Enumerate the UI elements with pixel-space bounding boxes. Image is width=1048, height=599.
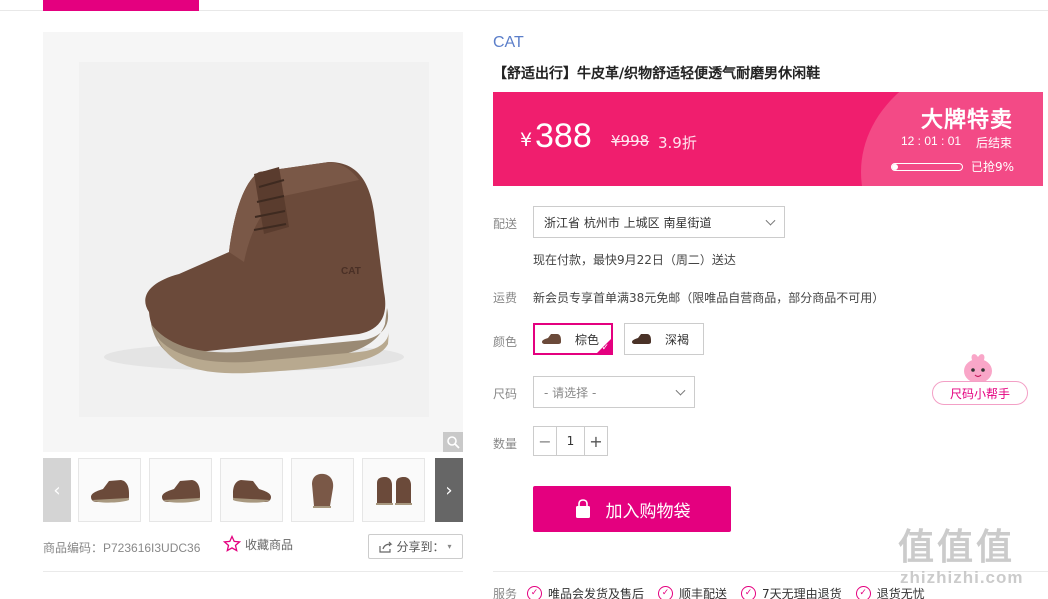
mascot-icon (964, 354, 992, 383)
quantity-label: 数量 (493, 437, 518, 451)
promo-title: 大牌特卖 (920, 108, 1013, 133)
currency-symbol: ¥ (520, 129, 533, 151)
thumbnail-2[interactable] (149, 458, 212, 522)
shoe-thumb-icon (90, 480, 129, 503)
delivery-eta: 现在付款，最快9月22日（周二）送达 (533, 253, 736, 267)
chevron-down-icon (765, 215, 776, 226)
share-label: 分享到： (396, 540, 445, 554)
brand-link[interactable]: CAT (493, 34, 524, 52)
size-select[interactable]: - 请选择 - (533, 376, 695, 408)
original-price: ¥998 (611, 132, 650, 150)
shoe-thumb-icon (232, 480, 271, 503)
shopping-bag-icon (575, 499, 590, 518)
star-icon (223, 535, 241, 552)
watermark-domain: zhizhizhi.com (900, 568, 1024, 587)
shipping-label: 运费 (493, 291, 518, 305)
discount-rate: 3.9折 (658, 134, 697, 152)
sold-progress-fill (892, 164, 899, 170)
current-price: 388 (535, 117, 592, 155)
thumb-prev-button[interactable]: ‹ (43, 458, 71, 522)
thumbnail-strip: ‹ › (43, 458, 463, 522)
active-nav-tab[interactable] (43, 0, 199, 11)
check-circle-icon: ✓ (527, 585, 543, 599)
product-title: 【舒适出行】牛皮革/织物舒适轻便透气耐磨男休闲鞋 (493, 66, 821, 82)
shipping-text: 新会员专享首单满38元免邮（限唯品自营商品，部分商品不可用） (533, 291, 885, 305)
chevron-down-icon (675, 385, 686, 396)
shoe-thumb-icon (375, 477, 412, 505)
sold-progress-bar (891, 163, 963, 171)
check-icon: ✓ (601, 343, 609, 353)
thumbnail-4[interactable] (291, 458, 354, 522)
check-circle-icon: ✓ (855, 585, 871, 599)
shoe-swatch-icon (632, 334, 651, 344)
shoe-swatch-icon (542, 334, 561, 344)
service-item-label: 顺丰配送 (679, 586, 728, 599)
share-icon (379, 541, 393, 553)
caret-down-icon: ▾ (447, 542, 452, 551)
svg-text:CAT: CAT (341, 266, 361, 277)
service-list: 服务 ✓ 唯品会发货及售后 ✓ 顺丰配送 ✓ 7天无理由退货 ✓ 退货无忧 (493, 584, 939, 599)
delivery-label: 配送 (493, 217, 518, 231)
product-photo: CAT (79, 62, 429, 417)
sold-percentage: 已抢9% (971, 160, 1015, 174)
zoom-icon[interactable] (443, 432, 463, 452)
watermark-logo: 值值值 (898, 527, 1016, 568)
gallery-divider (43, 571, 463, 572)
share-dropdown[interactable]: 分享到： ▾ (368, 534, 463, 559)
gallery-meta-row: 商品编码：P723616I3UDC36 收藏商品 分享到： ▾ (43, 534, 463, 560)
top-nav-bar (0, 0, 1048, 11)
check-circle-icon: ✓ (658, 585, 674, 599)
address-select[interactable]: 浙江省 杭州市 上城区 南星街道 (533, 206, 785, 238)
chevron-right-icon: › (445, 479, 453, 501)
color-option-dark-brown[interactable]: 深褐 (624, 323, 704, 355)
size-helper-label: 尺码小帮手 (932, 381, 1028, 405)
add-to-cart-button[interactable]: 加入购物袋 (533, 486, 731, 532)
sku-code: 商品编码：P723616I3UDC36 (43, 541, 201, 555)
quantity-decrease-button[interactable]: − (534, 427, 556, 455)
thumbnail-5[interactable] (362, 458, 425, 522)
check-circle-icon: ✓ (741, 585, 757, 599)
size-placeholder: - 请选择 - (544, 385, 597, 400)
quantity-stepper: − 1 + (533, 426, 608, 456)
shoe-thumb-icon (161, 480, 200, 503)
service-item-label: 7天无理由退货 (762, 586, 842, 599)
thumb-next-button[interactable]: › (435, 458, 463, 522)
address-value: 浙江省 杭州市 上城区 南星街道 (544, 215, 712, 230)
price-banner: ¥ 388 ¥998 3.9折 大牌特卖 12 : 01 : 01 后结束 已抢… (493, 92, 1043, 186)
countdown-suffix: 后结束 (976, 136, 1013, 150)
thumbnail-3[interactable] (220, 458, 283, 522)
countdown-timer: 12 : 01 : 01 (901, 134, 962, 148)
size-helper[interactable]: 尺码小帮手 (932, 351, 1028, 407)
add-to-cart-label: 加入购物袋 (605, 501, 691, 522)
shoe-thumb-icon (311, 473, 333, 508)
shoe-illustration: CAT (104, 162, 404, 374)
quantity-input[interactable]: 1 (556, 427, 585, 455)
site-watermark: 值值值 zhizhizhi.com (898, 518, 1048, 598)
size-label: 尺码 (493, 387, 518, 401)
chevron-left-icon: ‹ (53, 479, 61, 501)
service-item-label: 唯品会发货及售后 (548, 586, 645, 599)
thumbnail-1[interactable] (78, 458, 141, 522)
service-item: ✓ 唯品会发货及售后 (527, 585, 644, 599)
favorite-label: 收藏商品 (245, 537, 294, 552)
color-option-label: 深褐 (665, 332, 690, 347)
color-label: 颜色 (493, 335, 518, 349)
service-item: ✓ 顺丰配送 (658, 585, 727, 599)
service-label: 服务 (493, 586, 518, 599)
favorite-button[interactable]: 收藏商品 (223, 535, 293, 553)
main-product-image[interactable]: CAT (43, 32, 463, 452)
color-option-brown[interactable]: 棕色 ✓ (533, 323, 613, 355)
quantity-increase-button[interactable]: + (585, 427, 607, 455)
service-item: ✓ 7天无理由退货 (741, 585, 842, 599)
